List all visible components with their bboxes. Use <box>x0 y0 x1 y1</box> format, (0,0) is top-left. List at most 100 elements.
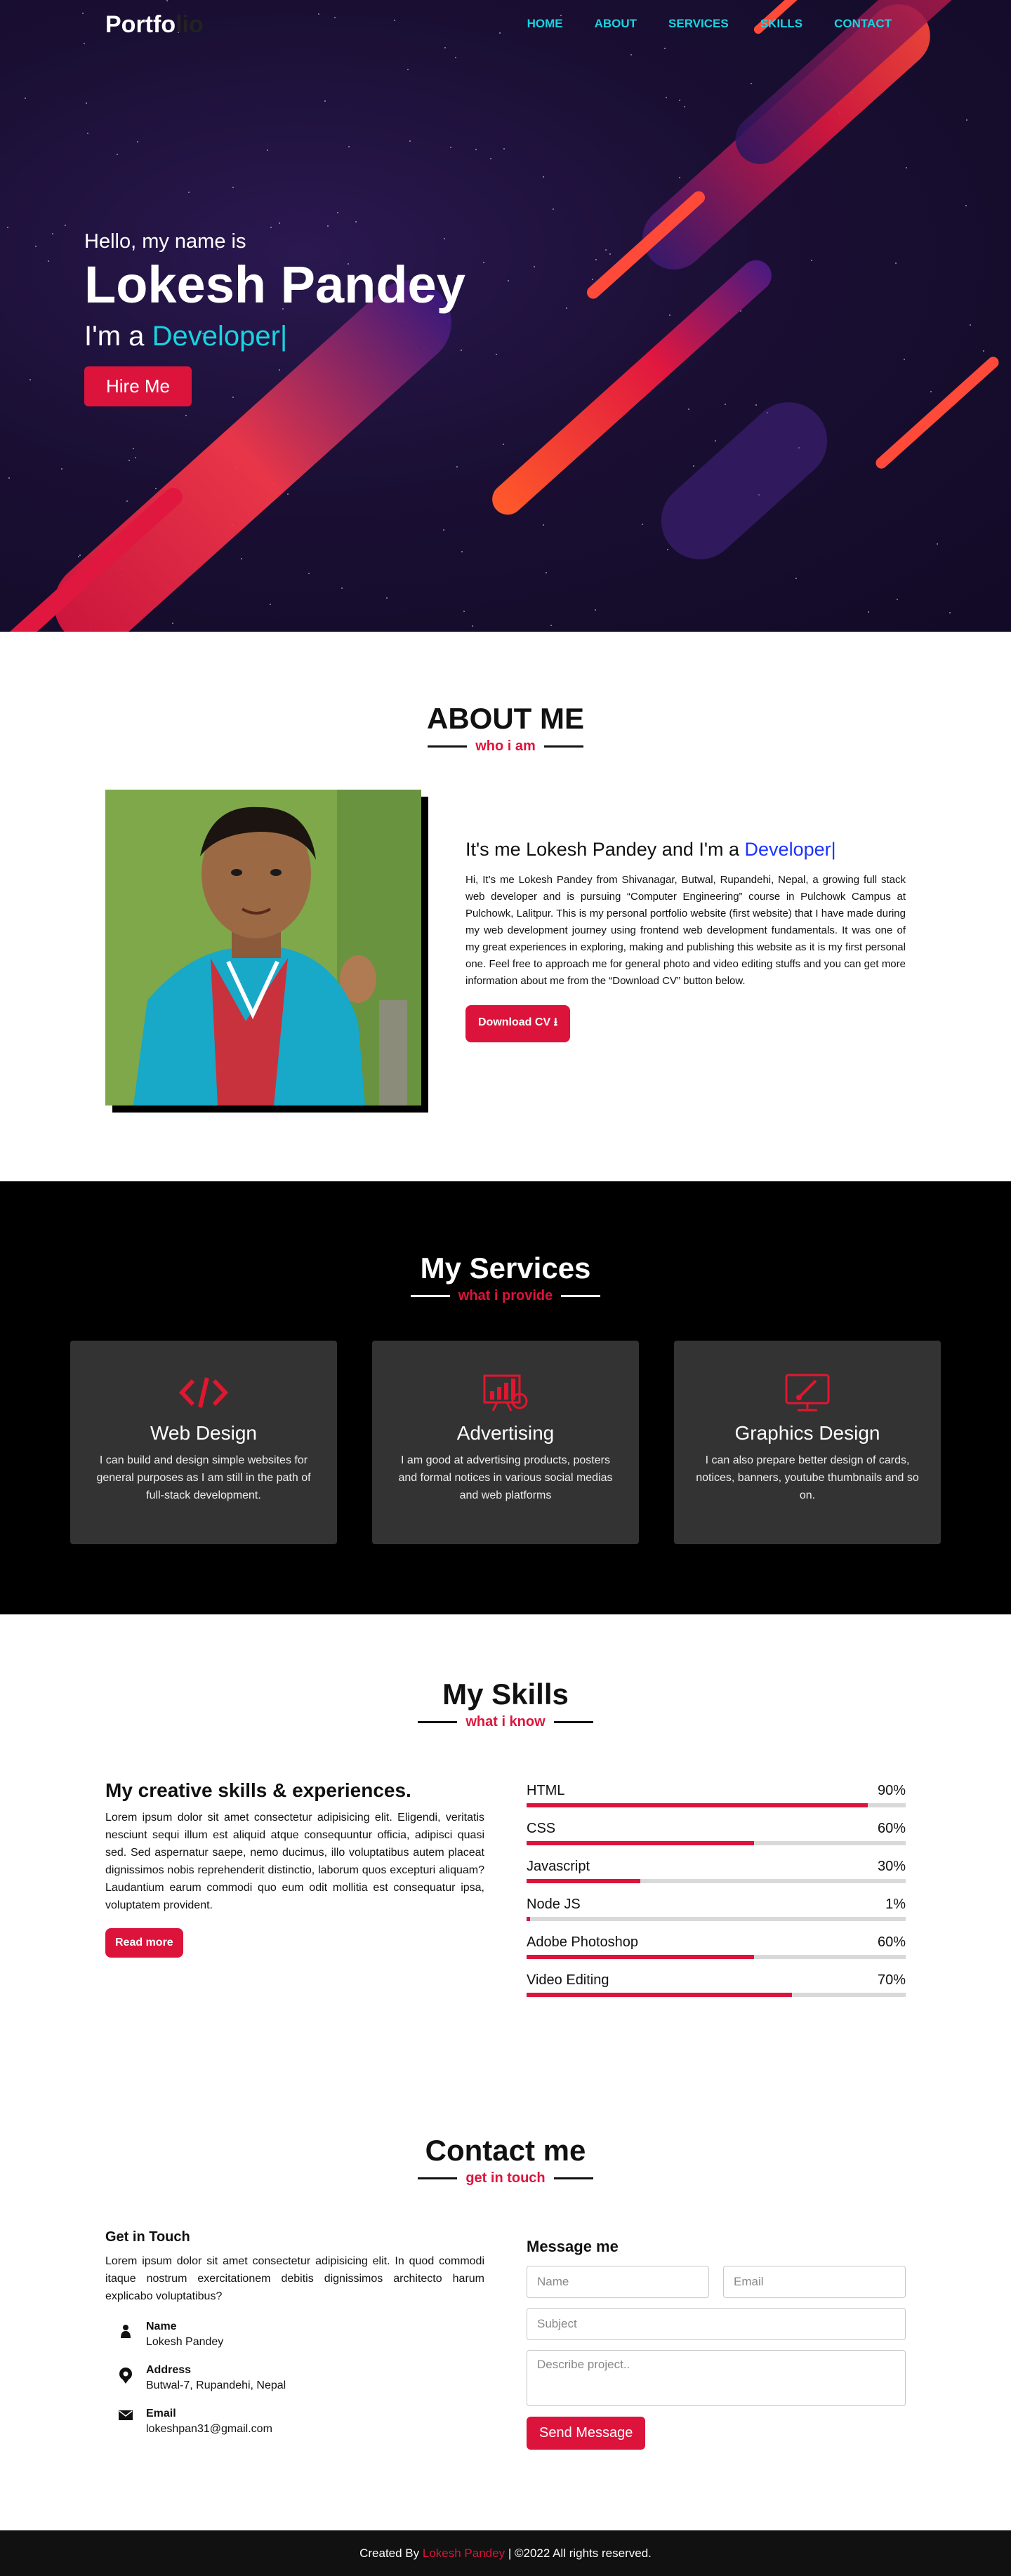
design-monitor-icon <box>785 1374 830 1412</box>
nav-link-contact[interactable]: CONTACT <box>834 17 892 31</box>
site-logo[interactable]: Portfolio <box>105 11 204 39</box>
skill-percent: 60% <box>877 1934 906 1950</box>
download-icon: ⭳ <box>553 1016 558 1028</box>
star <box>48 260 49 262</box>
star <box>270 227 272 228</box>
skill-name: Video Editing <box>527 1972 609 1988</box>
star <box>29 379 31 380</box>
skills-intro: My creative skills & experiences. Lorem … <box>105 1779 484 1958</box>
star <box>795 578 797 579</box>
star <box>78 556 79 557</box>
star <box>407 69 409 70</box>
star <box>592 279 593 280</box>
section-subtitle: what i know <box>465 1714 546 1729</box>
service-title: Advertising <box>456 1422 555 1444</box>
hero-section: Portfolio HOME ABOUT SERVICES SKILLS CONTACT… <box>0 0 1011 632</box>
skill-progress-fill <box>527 1993 792 1997</box>
star <box>666 97 667 98</box>
star <box>897 599 898 600</box>
skill-name: HTML <box>527 1783 565 1798</box>
skill-progress-fill <box>527 1879 640 1883</box>
nav-link-about[interactable]: ABOUT <box>595 17 637 31</box>
star <box>337 212 338 213</box>
nav-link-services[interactable]: SERVICES <box>668 17 729 31</box>
star <box>241 558 242 559</box>
email-input[interactable] <box>723 2266 906 2298</box>
star <box>341 587 343 589</box>
star <box>970 324 971 326</box>
star <box>135 457 136 458</box>
skill-progress-track <box>527 1917 906 1921</box>
skill-progress-track <box>527 1955 906 1959</box>
star <box>553 208 554 210</box>
hire-me-button[interactable]: Hire Me <box>84 366 192 406</box>
star <box>503 444 504 445</box>
star <box>595 259 597 260</box>
skills-heading: My creative skills & experiences. <box>105 1779 411 1801</box>
contact-title-block: Contact me get in touch <box>0 2134 1011 2186</box>
service-card-advertising: Advertising I am good at advertising pro… <box>372 1341 639 1544</box>
star <box>126 500 128 502</box>
skill-progress-fill <box>527 1841 754 1845</box>
decor-streak <box>645 386 843 576</box>
star <box>463 611 465 612</box>
contact-name-row: Name Lokesh Pandey <box>105 2321 484 2349</box>
star <box>25 98 26 99</box>
star <box>543 176 544 178</box>
star <box>348 146 350 147</box>
send-message-button[interactable]: Send Message <box>527 2417 646 2450</box>
star <box>443 529 444 531</box>
name-input[interactable] <box>527 2266 709 2298</box>
star <box>324 100 326 102</box>
decor-streak <box>873 354 1001 471</box>
star <box>128 460 130 461</box>
contact-form: Message me Send Message <box>527 2238 906 2450</box>
skill-item: Javascript 30% <box>527 1859 906 1897</box>
star <box>483 262 484 263</box>
skill-item: HTML 90% <box>527 1783 906 1821</box>
star <box>155 488 157 489</box>
skills-title-block: My Skills what i know <box>0 1678 1011 1730</box>
star <box>755 404 757 406</box>
star <box>461 551 463 552</box>
chart-icon <box>483 1374 528 1412</box>
skills-paragraph: Lorem ipsum dolor sit amet consectetur a… <box>105 1812 484 1911</box>
section-title: ABOUT ME <box>427 702 584 735</box>
star <box>475 149 477 150</box>
star <box>679 177 680 178</box>
star <box>355 221 357 223</box>
star <box>630 54 632 55</box>
star <box>133 448 134 449</box>
star <box>35 246 37 247</box>
star <box>185 415 187 416</box>
star <box>811 260 812 261</box>
section-title: My Skills <box>442 1678 569 1711</box>
star <box>688 409 689 410</box>
hero-role: I'm a Developer| <box>84 321 288 352</box>
skill-name: Adobe Photoshop <box>527 1934 639 1950</box>
star <box>715 440 716 441</box>
nav-link-home[interactable]: HOME <box>527 17 563 31</box>
user-icon <box>121 2325 131 2338</box>
star <box>409 140 411 142</box>
skill-progress-fill <box>527 1803 868 1807</box>
star <box>472 625 473 627</box>
contact-info: Get in Touch Lorem ipsum dolor sit amet … <box>105 2229 484 2436</box>
service-description: I am good at advertising products, poste… <box>398 1454 613 1501</box>
star <box>684 106 685 107</box>
subject-input[interactable] <box>527 2308 906 2340</box>
nav-link-skills[interactable]: SKILLS <box>760 17 802 31</box>
service-description: I can build and design simple websites f… <box>96 1454 311 1501</box>
star <box>667 549 668 550</box>
star <box>87 133 88 134</box>
service-description: I can also prepare better design of card… <box>696 1454 919 1501</box>
star <box>642 524 643 525</box>
footer-author-link[interactable]: Lokesh Pandey <box>423 2547 505 2560</box>
download-cv-button[interactable]: Download CV ⭳ <box>465 1005 571 1042</box>
star <box>327 225 329 227</box>
skills-list: HTML 90% CSS 60% Javascript 30% Node JS 1% Adobe… <box>527 1783 906 2010</box>
read-more-button[interactable]: Read more <box>105 1928 183 1958</box>
star <box>546 572 547 573</box>
message-textarea[interactable] <box>527 2350 906 2406</box>
star <box>550 625 552 626</box>
